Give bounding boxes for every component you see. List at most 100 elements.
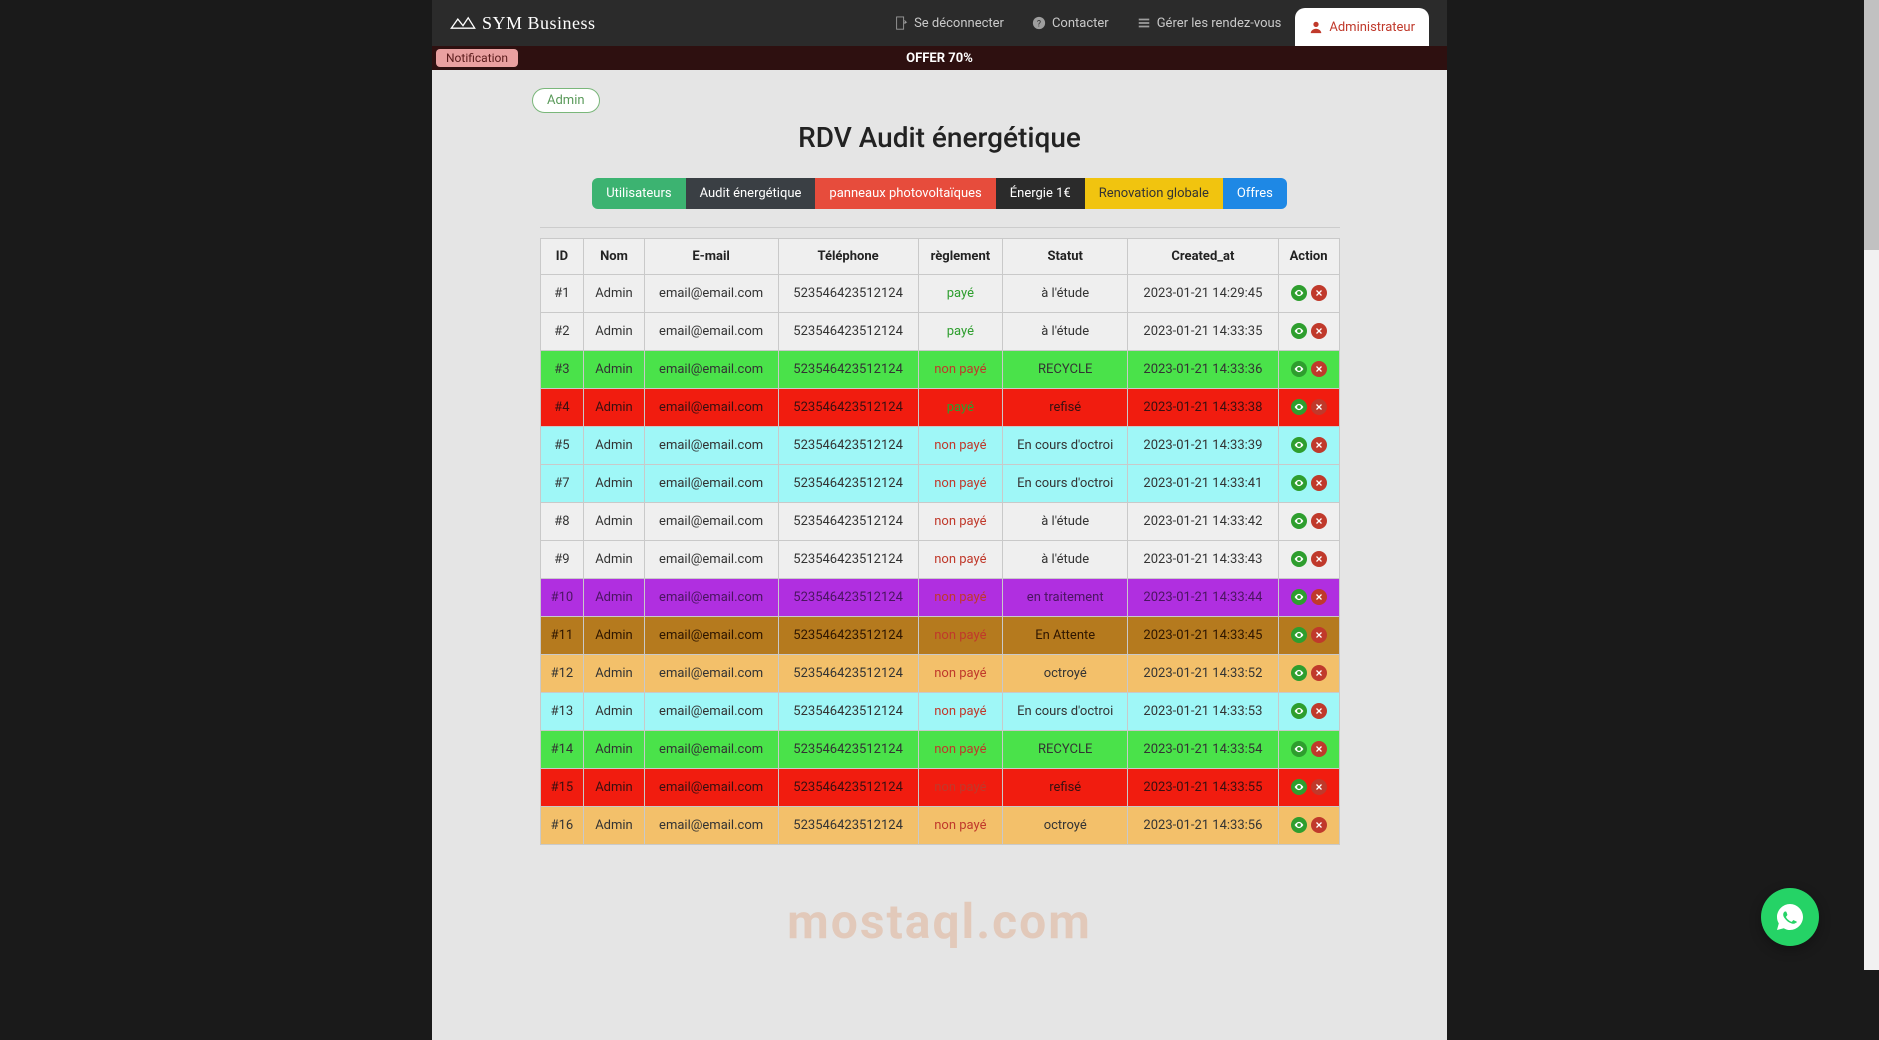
notification-bar: Notification OFFER 70%	[432, 46, 1447, 70]
cell-email: email@email.com	[644, 427, 778, 465]
cell-email: email@email.com	[644, 731, 778, 769]
delete-button[interactable]	[1311, 285, 1327, 301]
view-button[interactable]	[1291, 779, 1307, 795]
tab-users[interactable]: Utilisateurs	[592, 178, 685, 209]
cell-phone: 523546423512124	[778, 389, 918, 427]
cell-phone: 523546423512124	[778, 655, 918, 693]
delete-button[interactable]	[1311, 475, 1327, 491]
tab-audit[interactable]: Audit énergétique	[686, 178, 816, 209]
scrollbar-thumb[interactable]	[1864, 0, 1879, 250]
view-button[interactable]	[1291, 323, 1307, 339]
cell-name: Admin	[584, 617, 644, 655]
cell-payment: non payé	[918, 617, 1003, 655]
cell-action	[1278, 769, 1339, 807]
table-header-row: ID Nom E-mail Téléphone règlement Statut…	[540, 239, 1339, 275]
tab-offers[interactable]: Offres	[1223, 178, 1287, 209]
cell-status: à l'étude	[1003, 313, 1128, 351]
view-button[interactable]	[1291, 665, 1307, 681]
cell-id: #4	[540, 389, 584, 427]
cell-email: email@email.com	[644, 579, 778, 617]
whatsapp-fab[interactable]	[1761, 888, 1819, 946]
view-button[interactable]	[1291, 361, 1307, 377]
delete-button[interactable]	[1311, 399, 1327, 415]
cell-name: Admin	[584, 807, 644, 845]
tab-solar[interactable]: panneaux photovoltaïques	[815, 178, 995, 209]
view-button[interactable]	[1291, 703, 1307, 719]
rdv-table: ID Nom E-mail Téléphone règlement Statut…	[540, 238, 1340, 845]
scrollbar-track[interactable]	[1864, 0, 1879, 970]
nav-manage-rdv[interactable]: Gérer les rendez-vous	[1123, 0, 1296, 46]
view-button[interactable]	[1291, 285, 1307, 301]
view-button[interactable]	[1291, 627, 1307, 643]
view-button[interactable]	[1291, 437, 1307, 453]
view-button[interactable]	[1291, 741, 1307, 757]
tab-energy[interactable]: Énergie 1€	[996, 178, 1085, 209]
view-button[interactable]	[1291, 513, 1307, 529]
th-id: ID	[540, 239, 584, 275]
view-button[interactable]	[1291, 817, 1307, 833]
cell-created: 2023-01-21 14:33:36	[1128, 351, 1278, 389]
cell-payment: non payé	[918, 427, 1003, 465]
cell-action	[1278, 731, 1339, 769]
view-button[interactable]	[1291, 399, 1307, 415]
table-row: #13Adminemail@email.com523546423512124no…	[540, 693, 1339, 731]
cell-payment: payé	[918, 389, 1003, 427]
delete-button[interactable]	[1311, 513, 1327, 529]
cell-created: 2023-01-21 14:33:55	[1128, 769, 1278, 807]
cell-email: email@email.com	[644, 693, 778, 731]
view-button[interactable]	[1291, 475, 1307, 491]
delete-button[interactable]	[1311, 779, 1327, 795]
cell-phone: 523546423512124	[778, 769, 918, 807]
cell-status: RECYCLE	[1003, 351, 1128, 389]
cell-action	[1278, 351, 1339, 389]
nav-logout[interactable]: Se déconnecter	[880, 0, 1018, 46]
cell-email: email@email.com	[644, 541, 778, 579]
cell-id: #15	[540, 769, 584, 807]
cell-status: refisé	[1003, 389, 1128, 427]
admin-pill[interactable]: Admin	[532, 88, 600, 113]
brand: SYM Business	[450, 13, 596, 34]
table-row: #9Adminemail@email.com523546423512124non…	[540, 541, 1339, 579]
cell-status: En cours d'octroi	[1003, 693, 1128, 731]
delete-button[interactable]	[1311, 437, 1327, 453]
cell-action	[1278, 503, 1339, 541]
cell-id: #12	[540, 655, 584, 693]
cell-id: #3	[540, 351, 584, 389]
cell-payment: non payé	[918, 731, 1003, 769]
cell-action	[1278, 389, 1339, 427]
delete-button[interactable]	[1311, 665, 1327, 681]
delete-button[interactable]	[1311, 817, 1327, 833]
table-row: #16Adminemail@email.com523546423512124no…	[540, 807, 1339, 845]
whatsapp-icon	[1774, 901, 1806, 933]
delete-button[interactable]	[1311, 741, 1327, 757]
cell-created: 2023-01-21 14:33:41	[1128, 465, 1278, 503]
nav-admin[interactable]: Administrateur	[1295, 8, 1429, 46]
nav-contact[interactable]: ? Contacter	[1018, 0, 1123, 46]
cell-phone: 523546423512124	[778, 465, 918, 503]
delete-button[interactable]	[1311, 627, 1327, 643]
delete-button[interactable]	[1311, 323, 1327, 339]
cell-phone: 523546423512124	[778, 617, 918, 655]
table-row: #4Adminemail@email.com523546423512124pay…	[540, 389, 1339, 427]
tab-reno[interactable]: Renovation globale	[1085, 178, 1223, 209]
cell-action	[1278, 579, 1339, 617]
cell-name: Admin	[584, 655, 644, 693]
cell-name: Admin	[584, 351, 644, 389]
th-action: Action	[1278, 239, 1339, 275]
view-button[interactable]	[1291, 589, 1307, 605]
nav-admin-label: Administrateur	[1329, 20, 1415, 35]
delete-button[interactable]	[1311, 551, 1327, 567]
cell-action	[1278, 465, 1339, 503]
delete-button[interactable]	[1311, 589, 1327, 605]
cell-name: Admin	[584, 693, 644, 731]
table-row: #8Adminemail@email.com523546423512124non…	[540, 503, 1339, 541]
cell-phone: 523546423512124	[778, 693, 918, 731]
delete-button[interactable]	[1311, 703, 1327, 719]
cell-name: Admin	[584, 579, 644, 617]
view-button[interactable]	[1291, 551, 1307, 567]
cell-phone: 523546423512124	[778, 351, 918, 389]
delete-button[interactable]	[1311, 361, 1327, 377]
th-email: E-mail	[644, 239, 778, 275]
cell-phone: 523546423512124	[778, 579, 918, 617]
cell-action	[1278, 275, 1339, 313]
